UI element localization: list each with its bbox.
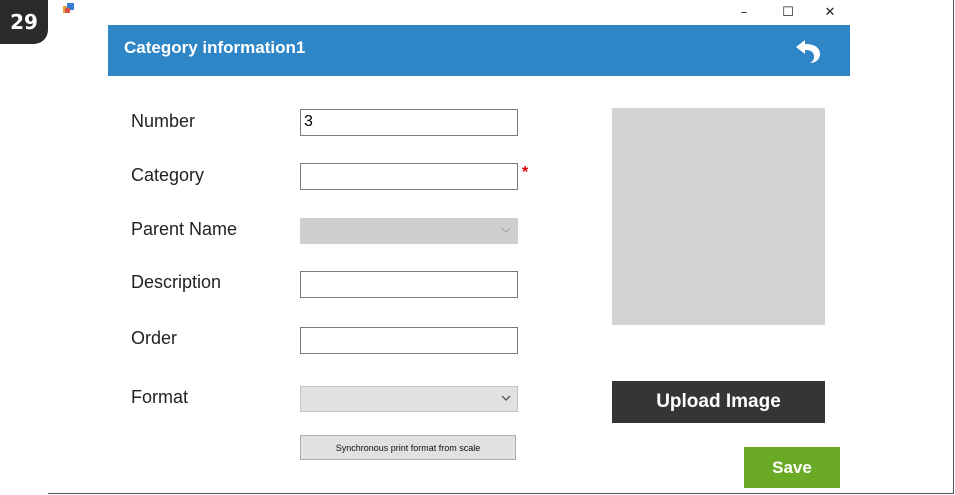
header-bar: Category information1 xyxy=(108,25,850,76)
number-label: Number xyxy=(131,111,196,131)
parent-name-label: Parent Name xyxy=(131,219,238,239)
sync-print-format-button[interactable]: Synchronous print format from scale xyxy=(300,435,516,460)
description-label: Description xyxy=(131,272,222,292)
maximize-button[interactable]: ☐ xyxy=(774,2,802,22)
number-field[interactable]: 3 xyxy=(300,109,518,136)
category-field[interactable] xyxy=(300,163,518,190)
app-icon xyxy=(63,3,74,13)
close-button[interactable]: ✕ xyxy=(816,2,844,22)
chevron-down-icon xyxy=(501,395,511,401)
parent-name-dropdown[interactable] xyxy=(300,218,518,244)
category-label: Category xyxy=(131,165,205,185)
back-button[interactable] xyxy=(790,33,826,69)
image-preview xyxy=(612,108,825,325)
format-label: Format xyxy=(131,387,189,407)
order-field[interactable] xyxy=(300,327,518,354)
format-dropdown[interactable] xyxy=(300,386,518,412)
required-marker: * xyxy=(522,164,529,181)
step-badge: 29 xyxy=(0,0,48,44)
chevron-down-icon xyxy=(501,227,511,233)
upload-image-button[interactable]: Upload Image xyxy=(612,381,825,423)
minimize-button[interactable]: – xyxy=(730,2,758,22)
undo-arrow-icon xyxy=(796,40,820,63)
save-button[interactable]: Save xyxy=(744,447,840,488)
order-label: Order xyxy=(131,328,178,348)
page-title: Category information1 xyxy=(124,38,306,57)
description-field[interactable] xyxy=(300,271,518,298)
